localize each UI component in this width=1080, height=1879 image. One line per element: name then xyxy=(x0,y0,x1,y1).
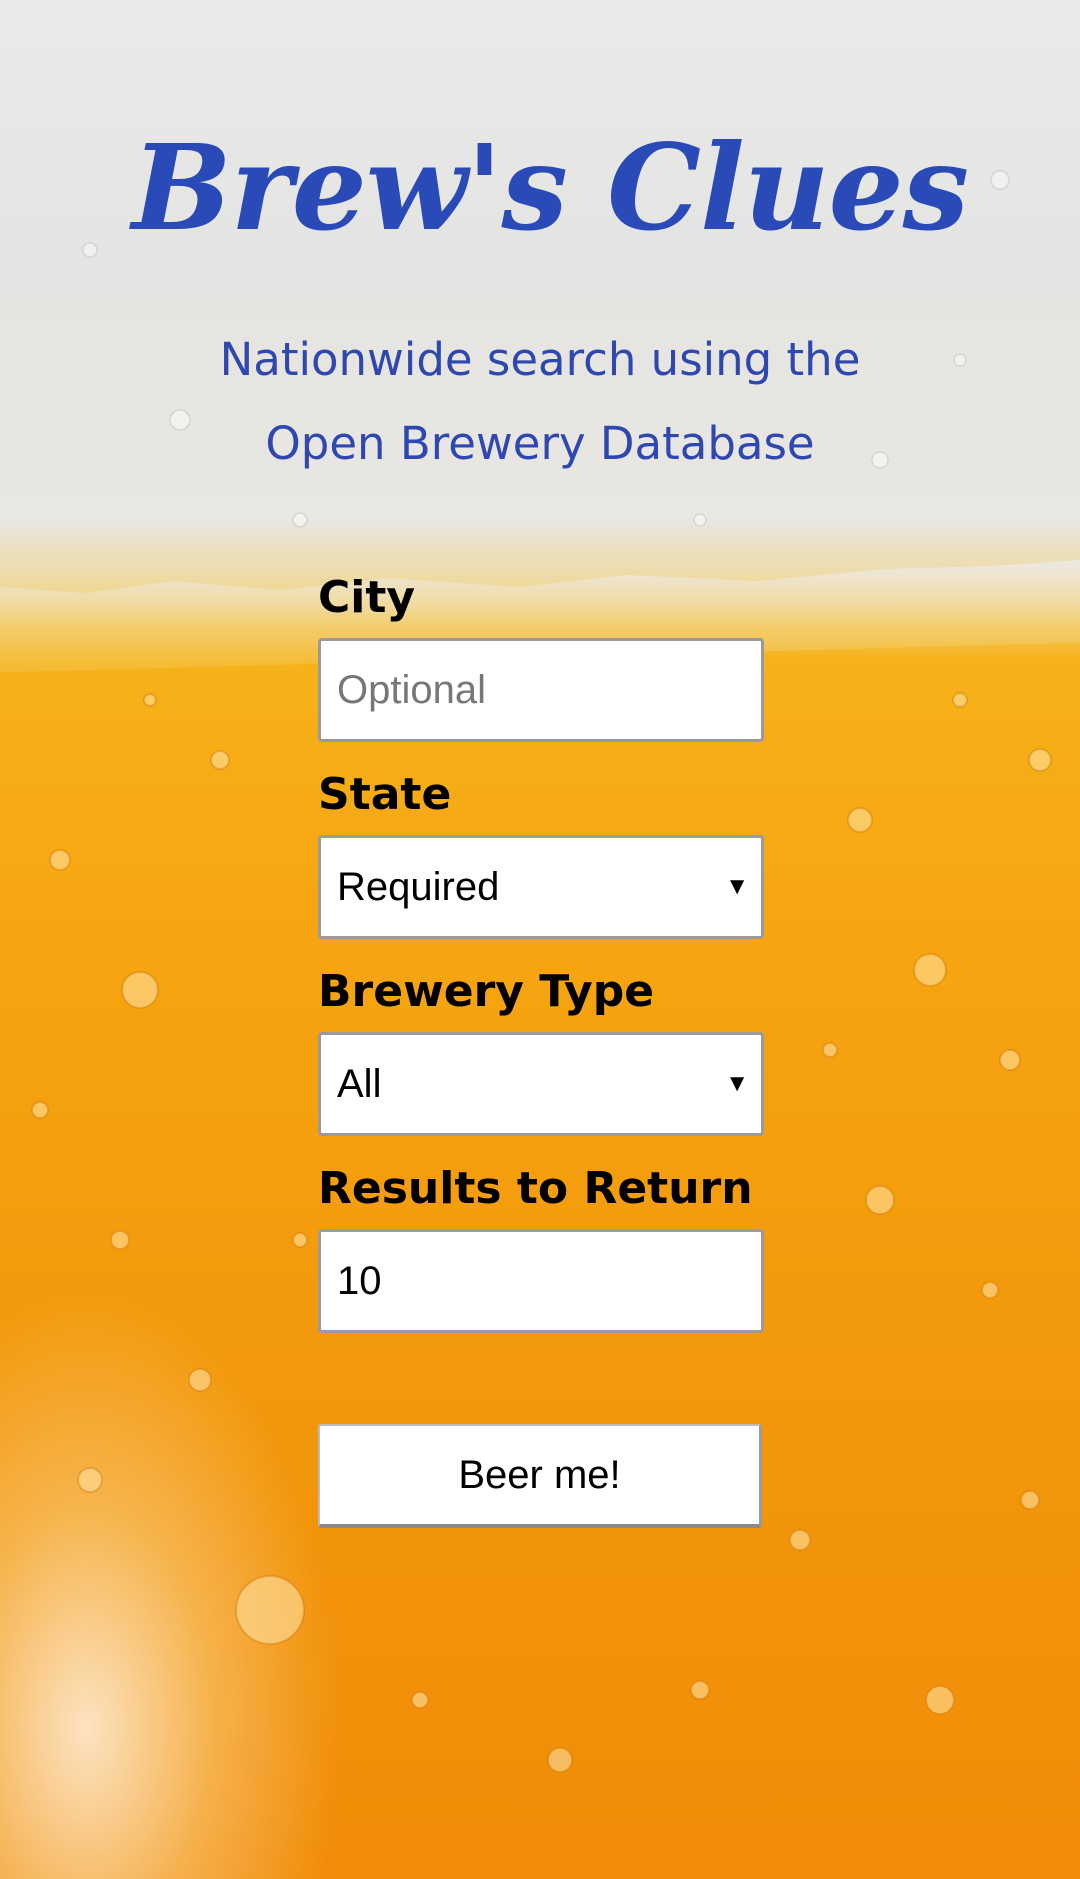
dropdown-arrow-icon: ▼ xyxy=(725,1070,749,1097)
beer-me-button[interactable]: Beer me! xyxy=(318,1424,762,1528)
state-select[interactable]: Required ▼ xyxy=(318,835,764,939)
app-subtitle: Nationwide search using the Open Brewery… xyxy=(0,318,1080,486)
state-select-value: Required xyxy=(337,865,500,909)
dropdown-arrow-icon: ▼ xyxy=(725,873,749,900)
subtitle-line-1: Nationwide search using the xyxy=(219,333,861,386)
state-label: State xyxy=(318,769,452,820)
brewery-type-select[interactable]: All ▼ xyxy=(318,1032,764,1136)
brewery-type-select-value: All xyxy=(337,1062,382,1106)
subtitle-line-2: Open Brewery Database xyxy=(265,417,815,470)
app-title: Brew's Clues xyxy=(131,118,969,257)
city-input[interactable] xyxy=(318,638,764,742)
city-label: City xyxy=(318,572,416,623)
brewery-type-label: Brewery Type xyxy=(318,966,655,1017)
results-label: Results to Return xyxy=(318,1163,753,1214)
results-input[interactable] xyxy=(318,1229,764,1333)
